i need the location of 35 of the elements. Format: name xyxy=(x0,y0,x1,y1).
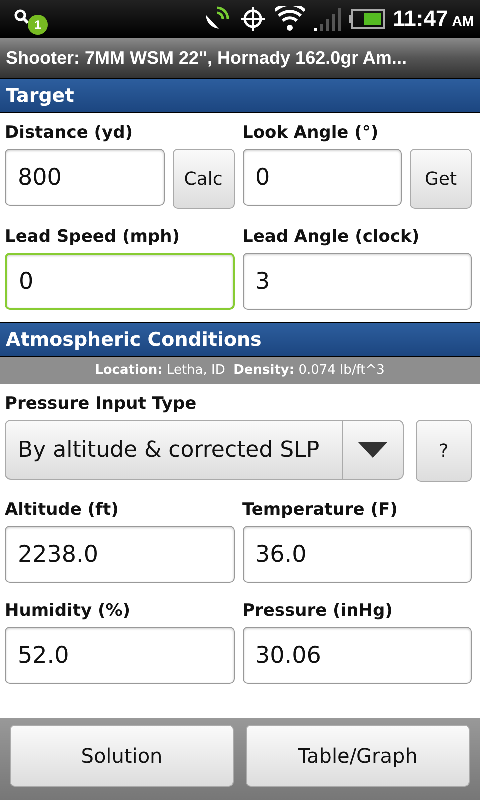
dropdown-arrow-icon xyxy=(358,442,388,458)
section-title: Target xyxy=(6,84,74,106)
field-label: Lead Speed (mph) xyxy=(5,226,182,247)
gps-icon xyxy=(239,5,268,33)
field-label: Pressure Input Type xyxy=(5,393,198,414)
bottom-button[interactable]: Solution xyxy=(10,725,234,787)
window-title: Shooter: 7MM WSM 22", Hornady 162.0gr Am... xyxy=(6,48,407,68)
input-field[interactable]: 0 xyxy=(242,149,402,206)
field-label: Humidity (%) xyxy=(5,600,132,621)
notification-badge: 1 xyxy=(28,15,48,35)
clock: 11:47 AM xyxy=(393,6,474,32)
action-button[interactable]: Get xyxy=(410,149,472,209)
field-label: Pressure (inHg) xyxy=(242,600,394,621)
field-label: Altitude (ft) xyxy=(5,499,120,520)
section-title: Atmospheric Conditions xyxy=(6,328,262,350)
field-label: Look Angle (°) xyxy=(242,122,380,143)
action-button[interactable]: Calc xyxy=(172,149,234,209)
input-field[interactable]: 0 xyxy=(5,253,234,310)
input-field[interactable]: 30.06 xyxy=(242,627,472,684)
field-label: Lead Angle (clock) xyxy=(242,226,421,247)
field-label: Distance (yd) xyxy=(5,122,134,143)
wifi-icon xyxy=(275,6,306,32)
signal-icon xyxy=(313,6,342,32)
input-field[interactable]: 2238.0 xyxy=(5,526,234,583)
input-field[interactable]: 3 xyxy=(242,253,472,310)
input-field[interactable]: 52.0 xyxy=(5,627,234,684)
location-density-text: Location: Letha, ID Density: 0.074 lb/ft^3 xyxy=(95,363,385,378)
input-field[interactable]: 36.0 xyxy=(242,526,472,583)
help-button[interactable]: ? xyxy=(416,420,472,482)
input-field[interactable]: 800 xyxy=(5,149,164,206)
pressure-type-dropdown[interactable]: By altitude & corrected SLP xyxy=(5,420,404,480)
battery-icon xyxy=(349,9,386,29)
field-label: Temperature (F) xyxy=(242,499,399,520)
search-icon xyxy=(14,9,30,25)
bottom-button[interactable]: Table/Graph xyxy=(246,725,470,787)
